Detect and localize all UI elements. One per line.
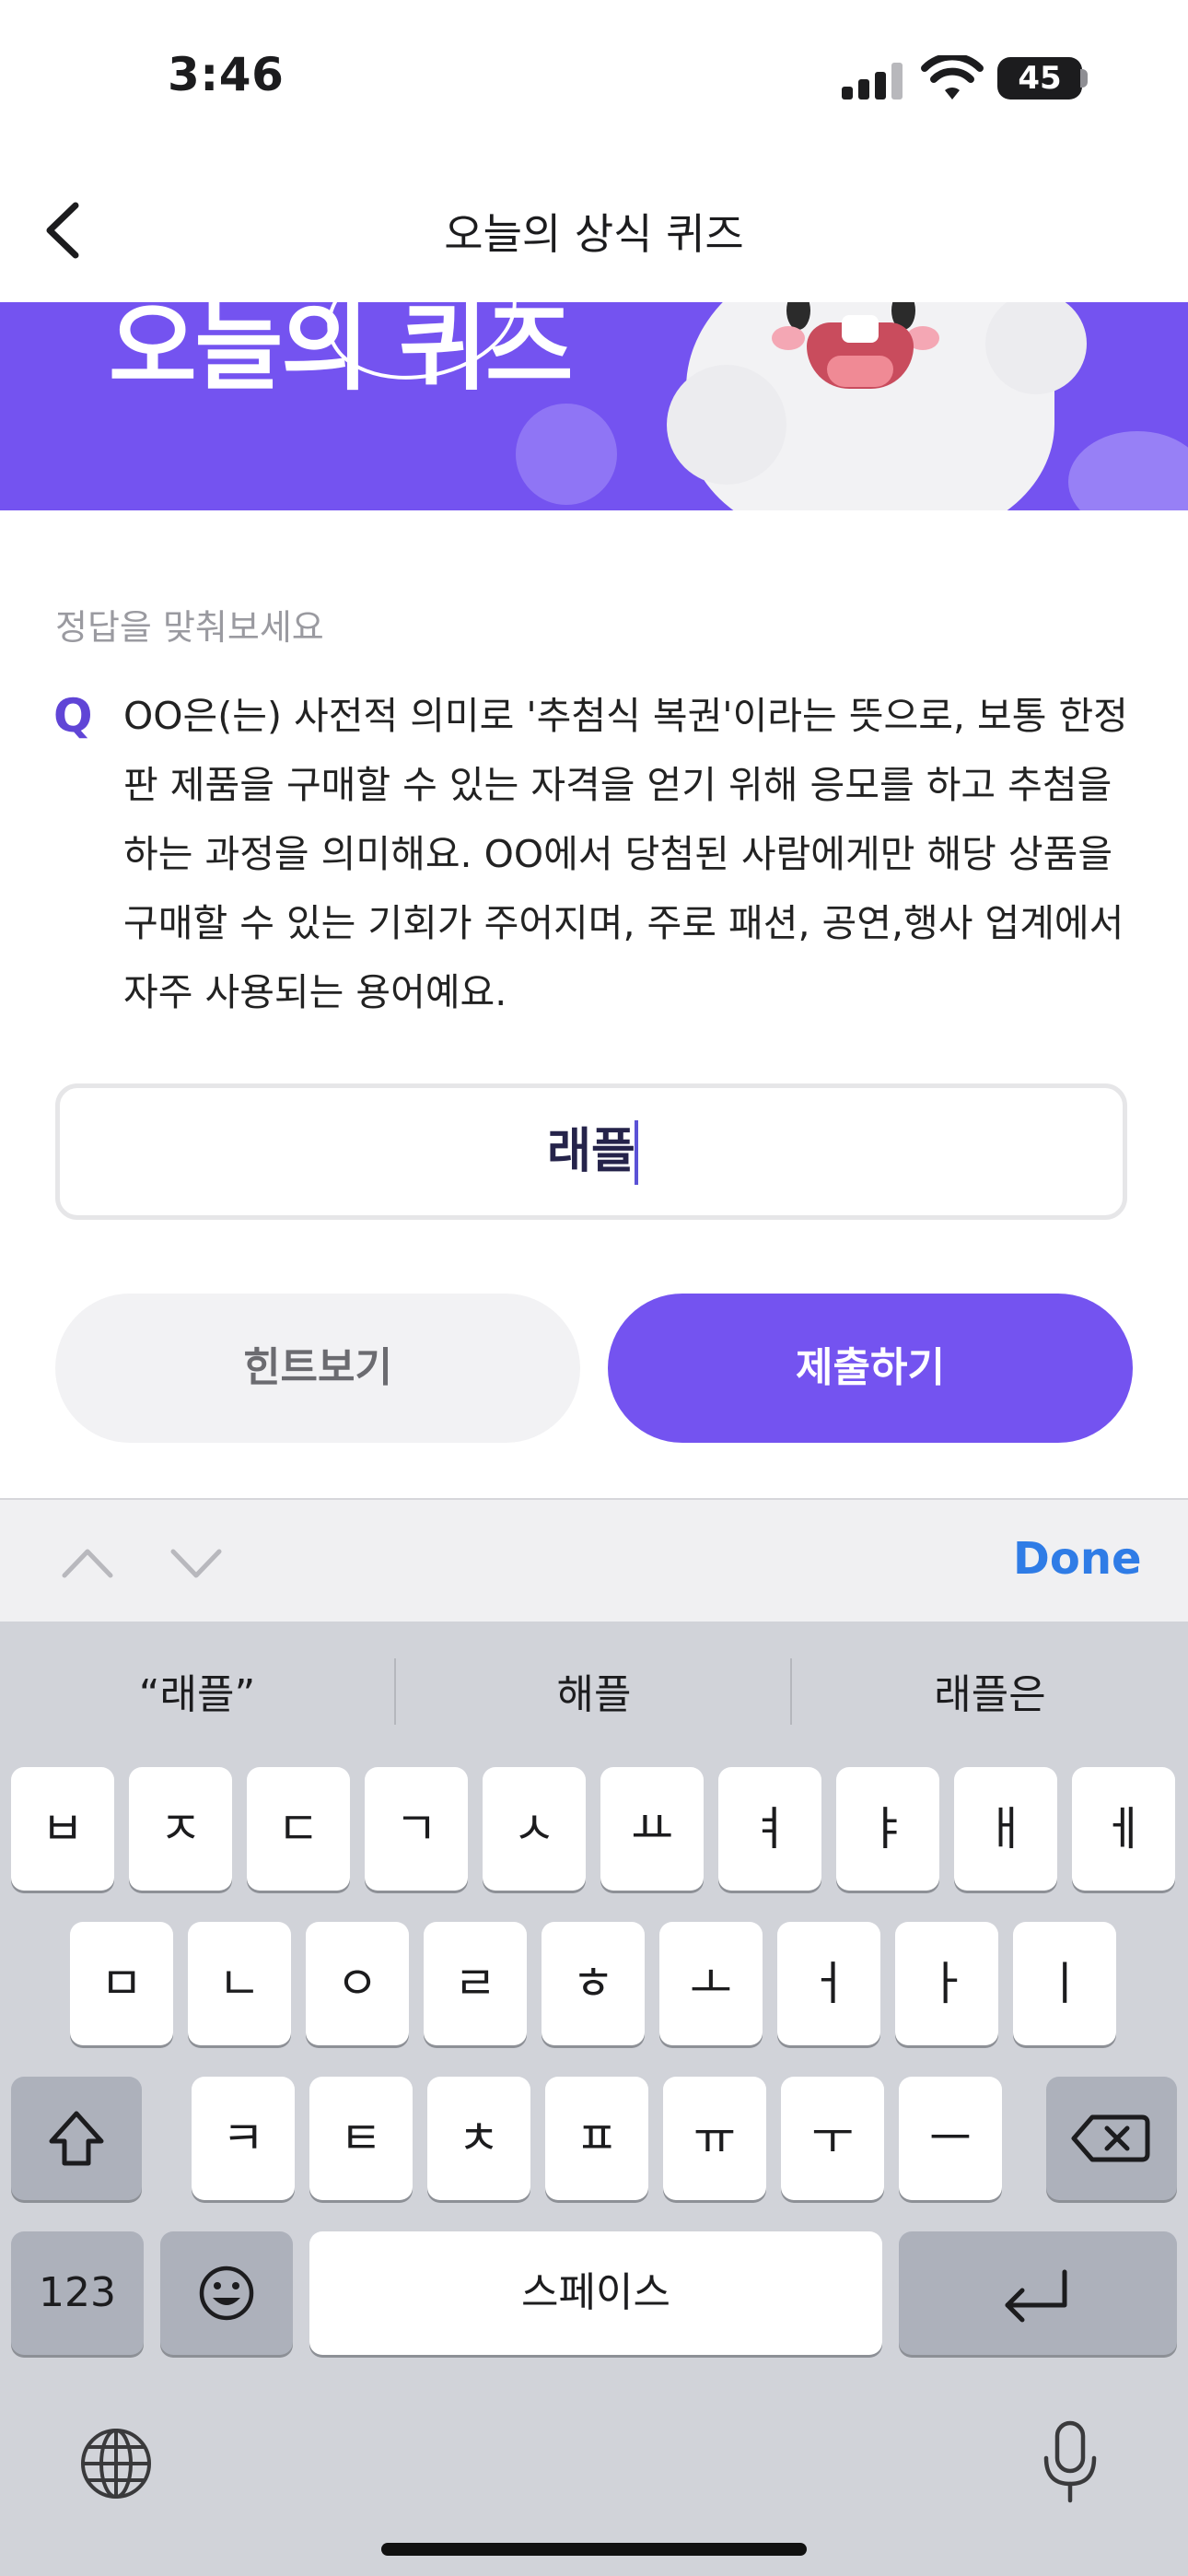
suggestion-divider [790,1658,792,1725]
return-key[interactable] [899,2231,1177,2355]
delete-key[interactable] [1046,2077,1177,2200]
numbers-key[interactable]: 123 [11,2231,144,2355]
home-indicator[interactable] [381,2543,807,2556]
mascot-tooth [842,315,879,343]
key[interactable]: ㅂ [11,1767,114,1891]
key[interactable]: ㅕ [718,1767,821,1891]
key[interactable]: ㅣ [1013,1922,1116,2045]
key[interactable]: ㅎ [542,1922,645,2045]
key[interactable]: ㅜ [781,2077,884,2200]
mascot-cheek [772,326,805,350]
key[interactable]: ㅁ [70,1922,173,2045]
done-button[interactable]: Done [1013,1533,1142,1585]
key[interactable]: ㄴ [188,1922,291,2045]
coin-decoration [516,404,617,505]
chevron-down-icon[interactable] [164,1531,228,1596]
return-icon [1005,2269,1067,2323]
wifi-icon [921,55,984,100]
emoji-key[interactable] [160,2231,293,2355]
key[interactable]: ㅏ [895,1922,998,2045]
key[interactable]: ㅍ [545,2077,648,2200]
coin-decoration [1068,431,1188,510]
shift-icon [49,2111,104,2166]
key[interactable]: ㅇ [306,1922,409,2045]
key[interactable]: ㅓ [777,1922,880,2045]
shift-key[interactable] [11,2077,142,2200]
key[interactable]: ㅛ [600,1767,704,1891]
backspace-icon [1071,2114,1150,2162]
suggestion-divider [394,1658,396,1725]
suggestion-item[interactable]: 래플은 [793,1658,1187,1732]
microphone-icon[interactable] [1033,2418,1107,2510]
key[interactable]: ㄱ [365,1767,468,1891]
hint-button[interactable]: 힌트보기 [55,1294,580,1443]
key[interactable]: ㅌ [309,2077,413,2200]
emoji-icon [199,2266,254,2321]
question-marker: Q [53,689,93,743]
key[interactable]: ㅐ [954,1767,1057,1891]
space-key[interactable]: 스페이스 [309,2231,882,2355]
question-text: OO은(는) 사전적 의미로 '추첨식 복권'이라는 뜻으로, 보통 한정판 제… [123,694,1128,1014]
key[interactable]: ㅑ [836,1767,939,1891]
key[interactable]: ㄷ [247,1767,350,1891]
battery-level: 45 [1018,60,1062,97]
key[interactable]: ㅈ [129,1767,232,1891]
status-time: 3:46 [168,48,285,101]
chevron-up-icon[interactable] [55,1531,120,1596]
cellular-signal-icon [842,63,903,100]
mascot-tongue [827,356,893,387]
key[interactable]: ㅊ [427,2077,530,2200]
key[interactable]: ㄹ [424,1922,527,2045]
answer-input-value[interactable]: 래플 [55,1083,1127,1220]
key[interactable]: ㅅ [483,1767,586,1891]
page-title: 오늘의 상식 퀴즈 [444,209,744,259]
submit-button[interactable]: 제출하기 [608,1294,1133,1443]
mascot-paw [667,365,786,485]
text-caret [635,1120,638,1185]
key[interactable]: ㅗ [659,1922,763,2045]
quiz-prompt: 정답을 맞춰보세요 [55,607,324,648]
key[interactable]: ㅡ [899,2077,1002,2200]
globe-icon[interactable] [77,2425,155,2502]
suggestion-item[interactable]: 해플 [397,1658,791,1732]
key[interactable]: ㅔ [1072,1767,1175,1891]
banner-title: 오늘의 퀴즈 [109,302,574,404]
suggestion-item[interactable]: “래플” [0,1658,394,1732]
quiz-banner: 오늘의 퀴즈 [0,302,1188,510]
mascot-paw [985,302,1087,394]
key[interactable]: ㅋ [192,2077,295,2200]
key[interactable]: ㅠ [663,2077,766,2200]
